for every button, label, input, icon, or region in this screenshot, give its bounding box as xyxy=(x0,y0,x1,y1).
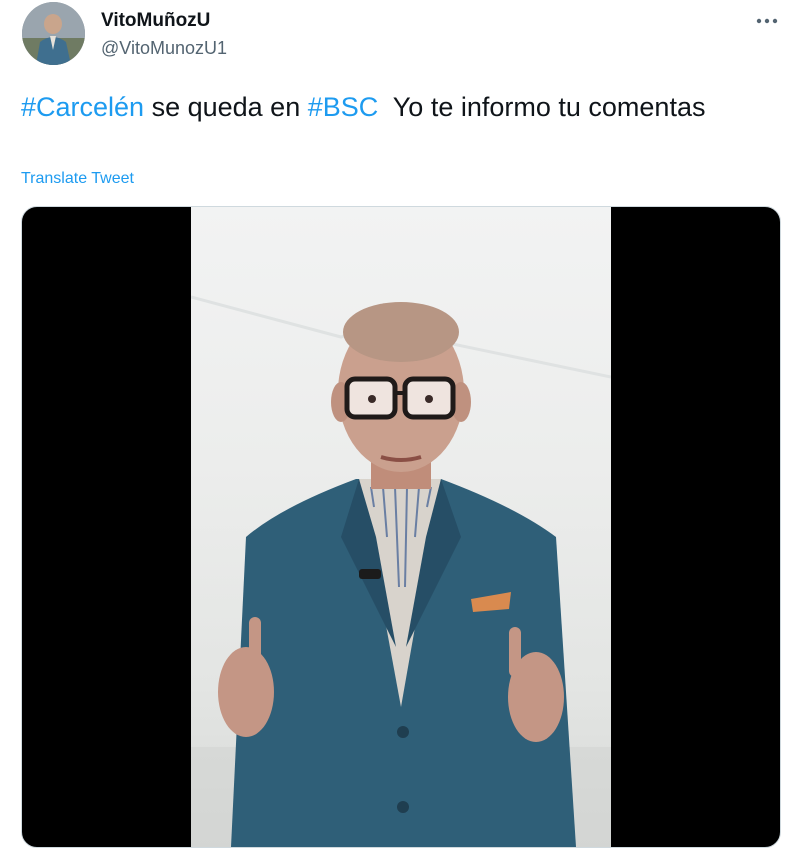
author-name[interactable]: VitoMuñozU xyxy=(101,10,210,32)
hashtag-carcelen[interactable]: #Carcelén xyxy=(21,92,144,122)
translate-tweet-link[interactable]: Translate Tweet xyxy=(21,170,134,188)
author-handle[interactable]: @VitoMunozU1 xyxy=(101,38,227,59)
video-thumbnail xyxy=(191,207,611,847)
more-options-button[interactable] xyxy=(750,4,784,38)
tweet-text-segment: se queda en xyxy=(144,92,308,122)
hashtag-bsc[interactable]: #BSC xyxy=(308,92,379,122)
video-player[interactable] xyxy=(21,206,781,848)
avatar[interactable] xyxy=(22,2,85,65)
tweet-text-segment: Yo te informo tu comentas xyxy=(378,92,706,122)
ellipsis-horizontal-icon xyxy=(756,18,778,24)
tweet-text: #Carcelén se queda en #BSC Yo te informo… xyxy=(21,88,761,126)
